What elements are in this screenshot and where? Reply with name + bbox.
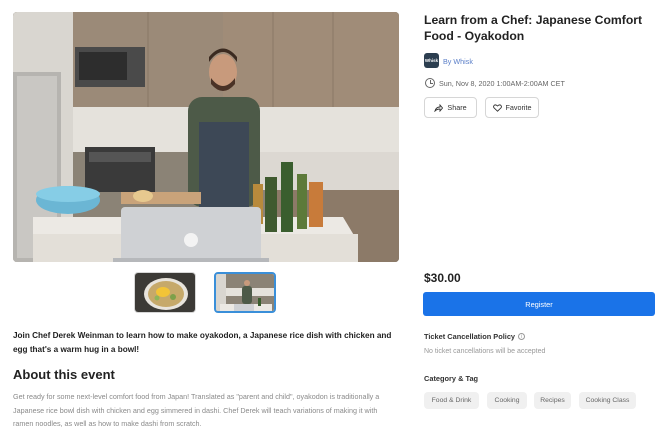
organizer-link[interactable]: By Whisk [443, 57, 473, 66]
about-heading: About this event [13, 367, 115, 382]
event-datetime: Sun, Nov 8, 2020 1:00AM-2:00AM CET [425, 78, 565, 88]
tag-recipes[interactable]: Recipes [534, 392, 571, 409]
organizer-logo[interactable]: Whisk [424, 53, 439, 68]
tag-cooking[interactable]: Cooking [487, 392, 527, 409]
tag-food-drink[interactable]: Food & Drink [424, 392, 479, 409]
register-button[interactable]: Register [423, 292, 655, 316]
event-datetime-text: Sun, Nov 8, 2020 1:00AM-2:00AM CET [439, 78, 565, 88]
event-hero-image [13, 12, 399, 262]
share-icon [434, 103, 444, 112]
category-tag-heading: Category & Tag [424, 374, 479, 383]
clock-icon [425, 78, 435, 88]
gallery-thumbnail-oyakodon[interactable] [134, 272, 196, 313]
favorite-button[interactable]: Favorite [485, 97, 539, 118]
favorite-label: Favorite [505, 103, 532, 112]
cancellation-policy-label: Ticket Cancellation Policy [424, 332, 516, 341]
heart-icon [492, 103, 502, 112]
share-button[interactable]: Share [424, 97, 477, 118]
event-intro: Join Chef Derek Weinman to learn how to … [13, 331, 392, 354]
about-description: Get ready for some next-level comfort fo… [13, 392, 380, 428]
cancellation-policy-text: No ticket cancellations will be accepted [424, 348, 546, 355]
share-label: Share [447, 103, 467, 112]
gallery-thumbnail-chef[interactable] [214, 272, 276, 313]
event-title: Learn from a Chef: Japanese Comfort Food… [424, 13, 643, 43]
ticket-price: $30.00 [424, 271, 461, 285]
info-icon[interactable]: i [518, 333, 526, 340]
cancellation-policy-heading: Ticket Cancellation Policy i [424, 332, 526, 341]
tag-cooking-class[interactable]: Cooking Class [579, 392, 636, 409]
